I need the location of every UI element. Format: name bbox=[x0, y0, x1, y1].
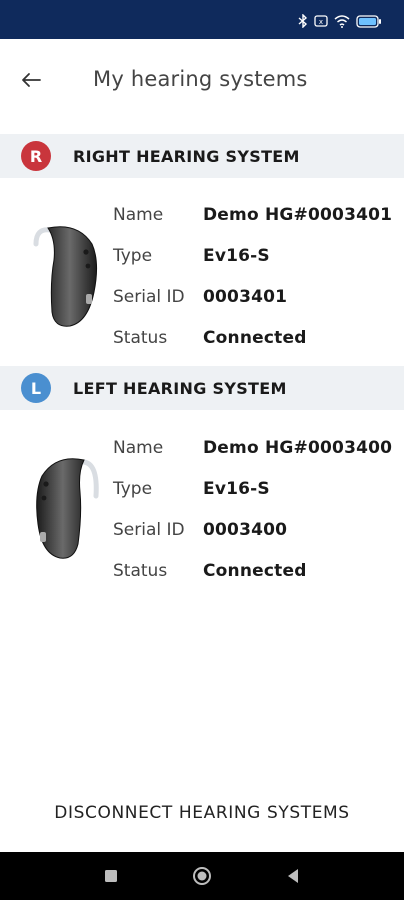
left-type-row: Type Ev16-S bbox=[113, 477, 270, 501]
left-device-card: Name Demo HG#0003400 Type Ev16-S Serial … bbox=[0, 410, 404, 598]
wifi-icon bbox=[334, 14, 350, 28]
back-button[interactable] bbox=[14, 65, 48, 99]
right-system-title: RIGHT HEARING SYSTEM bbox=[73, 146, 300, 166]
left-status-label: Status bbox=[113, 561, 168, 581]
right-status-value: Connected bbox=[203, 328, 307, 348]
disconnect-hearing-systems-button[interactable]: DISCONNECT HEARING SYSTEMS bbox=[0, 795, 404, 831]
right-type-value: Ev16-S bbox=[203, 246, 270, 266]
right-type-row: Type Ev16-S bbox=[113, 244, 270, 268]
right-type-label: Type bbox=[113, 246, 153, 266]
left-serial-value: 0003400 bbox=[203, 520, 288, 540]
right-serial-value: 0003401 bbox=[203, 287, 288, 307]
left-serial-label: Serial ID bbox=[113, 520, 185, 540]
right-status-label: Status bbox=[113, 328, 168, 348]
back-triangle-icon[interactable] bbox=[283, 866, 303, 886]
left-serial-row: Serial ID 0003400 bbox=[113, 518, 287, 542]
left-name-row: Name Demo HG#0003400 bbox=[113, 436, 392, 460]
right-system-header: R RIGHT HEARING SYSTEM bbox=[0, 134, 404, 178]
left-status-value: Connected bbox=[203, 561, 307, 581]
right-name-label: Name bbox=[113, 205, 164, 225]
left-badge: L bbox=[21, 373, 51, 403]
arrow-left-icon bbox=[21, 72, 41, 92]
left-system-title: LEFT HEARING SYSTEM bbox=[73, 378, 287, 398]
left-hearing-aid-image bbox=[30, 454, 102, 566]
left-name-value: Demo HG#0003400 bbox=[203, 438, 393, 458]
svg-text:x: x bbox=[319, 18, 323, 26]
right-serial-row: Serial ID 0003401 bbox=[113, 285, 287, 309]
battery-icon bbox=[356, 14, 382, 28]
right-serial-label: Serial ID bbox=[113, 287, 185, 307]
left-type-value: Ev16-S bbox=[203, 479, 270, 499]
right-name-row: Name Demo HG#0003401 bbox=[113, 203, 392, 227]
nfc-icon: x bbox=[314, 15, 328, 27]
right-status-row: Status Connected bbox=[113, 326, 307, 350]
left-name-label: Name bbox=[113, 438, 164, 458]
left-system-header: L LEFT HEARING SYSTEM bbox=[0, 366, 404, 410]
right-hearing-aid-image bbox=[30, 222, 102, 334]
status-icons: x bbox=[298, 13, 382, 29]
bluetooth-icon bbox=[298, 14, 308, 28]
left-type-label: Type bbox=[113, 479, 153, 499]
recents-square-icon[interactable] bbox=[101, 866, 121, 886]
right-device-card: Name Demo HG#0003401 Type Ev16-S Serial … bbox=[0, 178, 404, 366]
left-status-row: Status Connected bbox=[113, 559, 307, 583]
system-nav-bar bbox=[0, 852, 404, 900]
page-title: My hearing systems bbox=[93, 67, 308, 91]
right-badge: R bbox=[21, 141, 51, 171]
right-name-value: Demo HG#0003401 bbox=[203, 205, 393, 225]
status-bar: x bbox=[0, 0, 404, 39]
home-circle-icon[interactable] bbox=[192, 866, 212, 886]
app-header: My hearing systems bbox=[0, 39, 404, 129]
